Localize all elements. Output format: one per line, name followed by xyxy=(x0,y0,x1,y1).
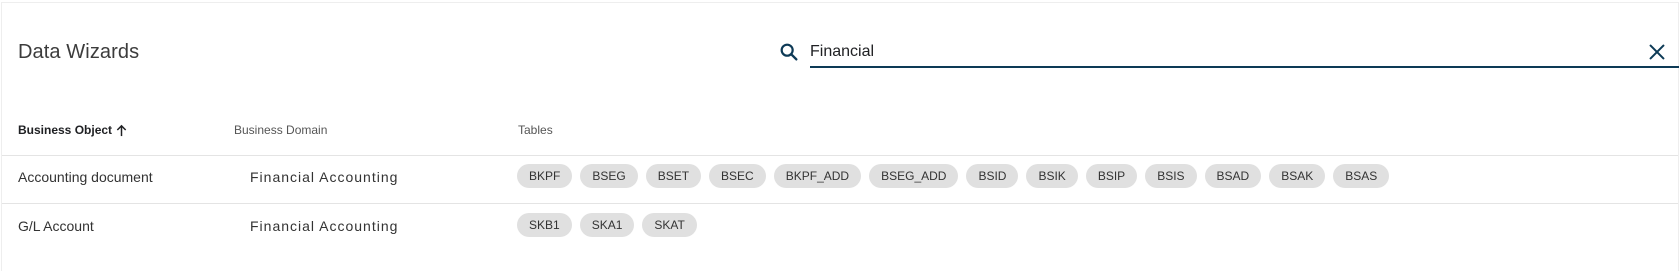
column-header-tables[interactable]: Tables xyxy=(518,123,553,137)
business-domain-cell: Financial Accounting xyxy=(250,169,399,185)
page-title: Data Wizards xyxy=(18,41,140,63)
data-wizards-panel: Data Wizards Business Object xyxy=(1,2,1679,271)
business-object-cell: Accounting document xyxy=(18,169,153,185)
column-header-business-domain[interactable]: Business Domain xyxy=(234,123,327,137)
search-icon xyxy=(778,41,800,63)
column-header-business-object[interactable]: Business Object xyxy=(18,123,128,137)
table-chip[interactable]: BSEG_ADD xyxy=(869,164,959,188)
table-row[interactable]: G/L Account Financial Accounting SKB1 SK… xyxy=(2,204,1678,252)
search-input[interactable] xyxy=(810,37,1679,68)
table-chips: BKPF BSEG BSET BSEC BKPF_ADD BSEG_ADD BS… xyxy=(517,164,1390,188)
business-domain-cell: Financial Accounting xyxy=(250,218,399,234)
table-chip[interactable]: BSET xyxy=(645,164,702,188)
table-chips: SKB1 SKA1 SKAT xyxy=(517,213,697,237)
table-chip[interactable]: SKA1 xyxy=(579,213,635,237)
business-object-cell: G/L Account xyxy=(18,218,94,234)
table-chip[interactable]: BKPF_ADD xyxy=(773,164,862,188)
table-chip[interactable]: BSAK xyxy=(1269,164,1326,188)
table-chip[interactable]: BKPF xyxy=(517,164,573,188)
table-chip[interactable]: SKAT xyxy=(642,213,697,237)
table-chip[interactable]: SKB1 xyxy=(517,213,572,237)
arrow-up-icon xyxy=(115,124,128,137)
column-header-label: Business Object xyxy=(18,123,113,137)
table-row[interactable]: Accounting document Financial Accounting… xyxy=(2,155,1678,204)
table-chip[interactable]: BSEG xyxy=(580,164,638,188)
search-bar xyxy=(778,37,1679,69)
table-chip[interactable]: BSEC xyxy=(709,164,766,188)
table-chip[interactable]: BSIS xyxy=(1145,164,1197,188)
close-icon[interactable] xyxy=(1646,41,1668,63)
table-chip[interactable]: BSIP xyxy=(1085,164,1138,188)
table-chip[interactable]: BSID xyxy=(966,164,1019,188)
table-header: Business Object Business Domain Tables xyxy=(2,111,1678,156)
table-chip[interactable]: BSIK xyxy=(1026,164,1078,188)
table-chip[interactable]: BSAD xyxy=(1204,164,1262,188)
table-chip[interactable]: BSAS xyxy=(1333,164,1390,188)
